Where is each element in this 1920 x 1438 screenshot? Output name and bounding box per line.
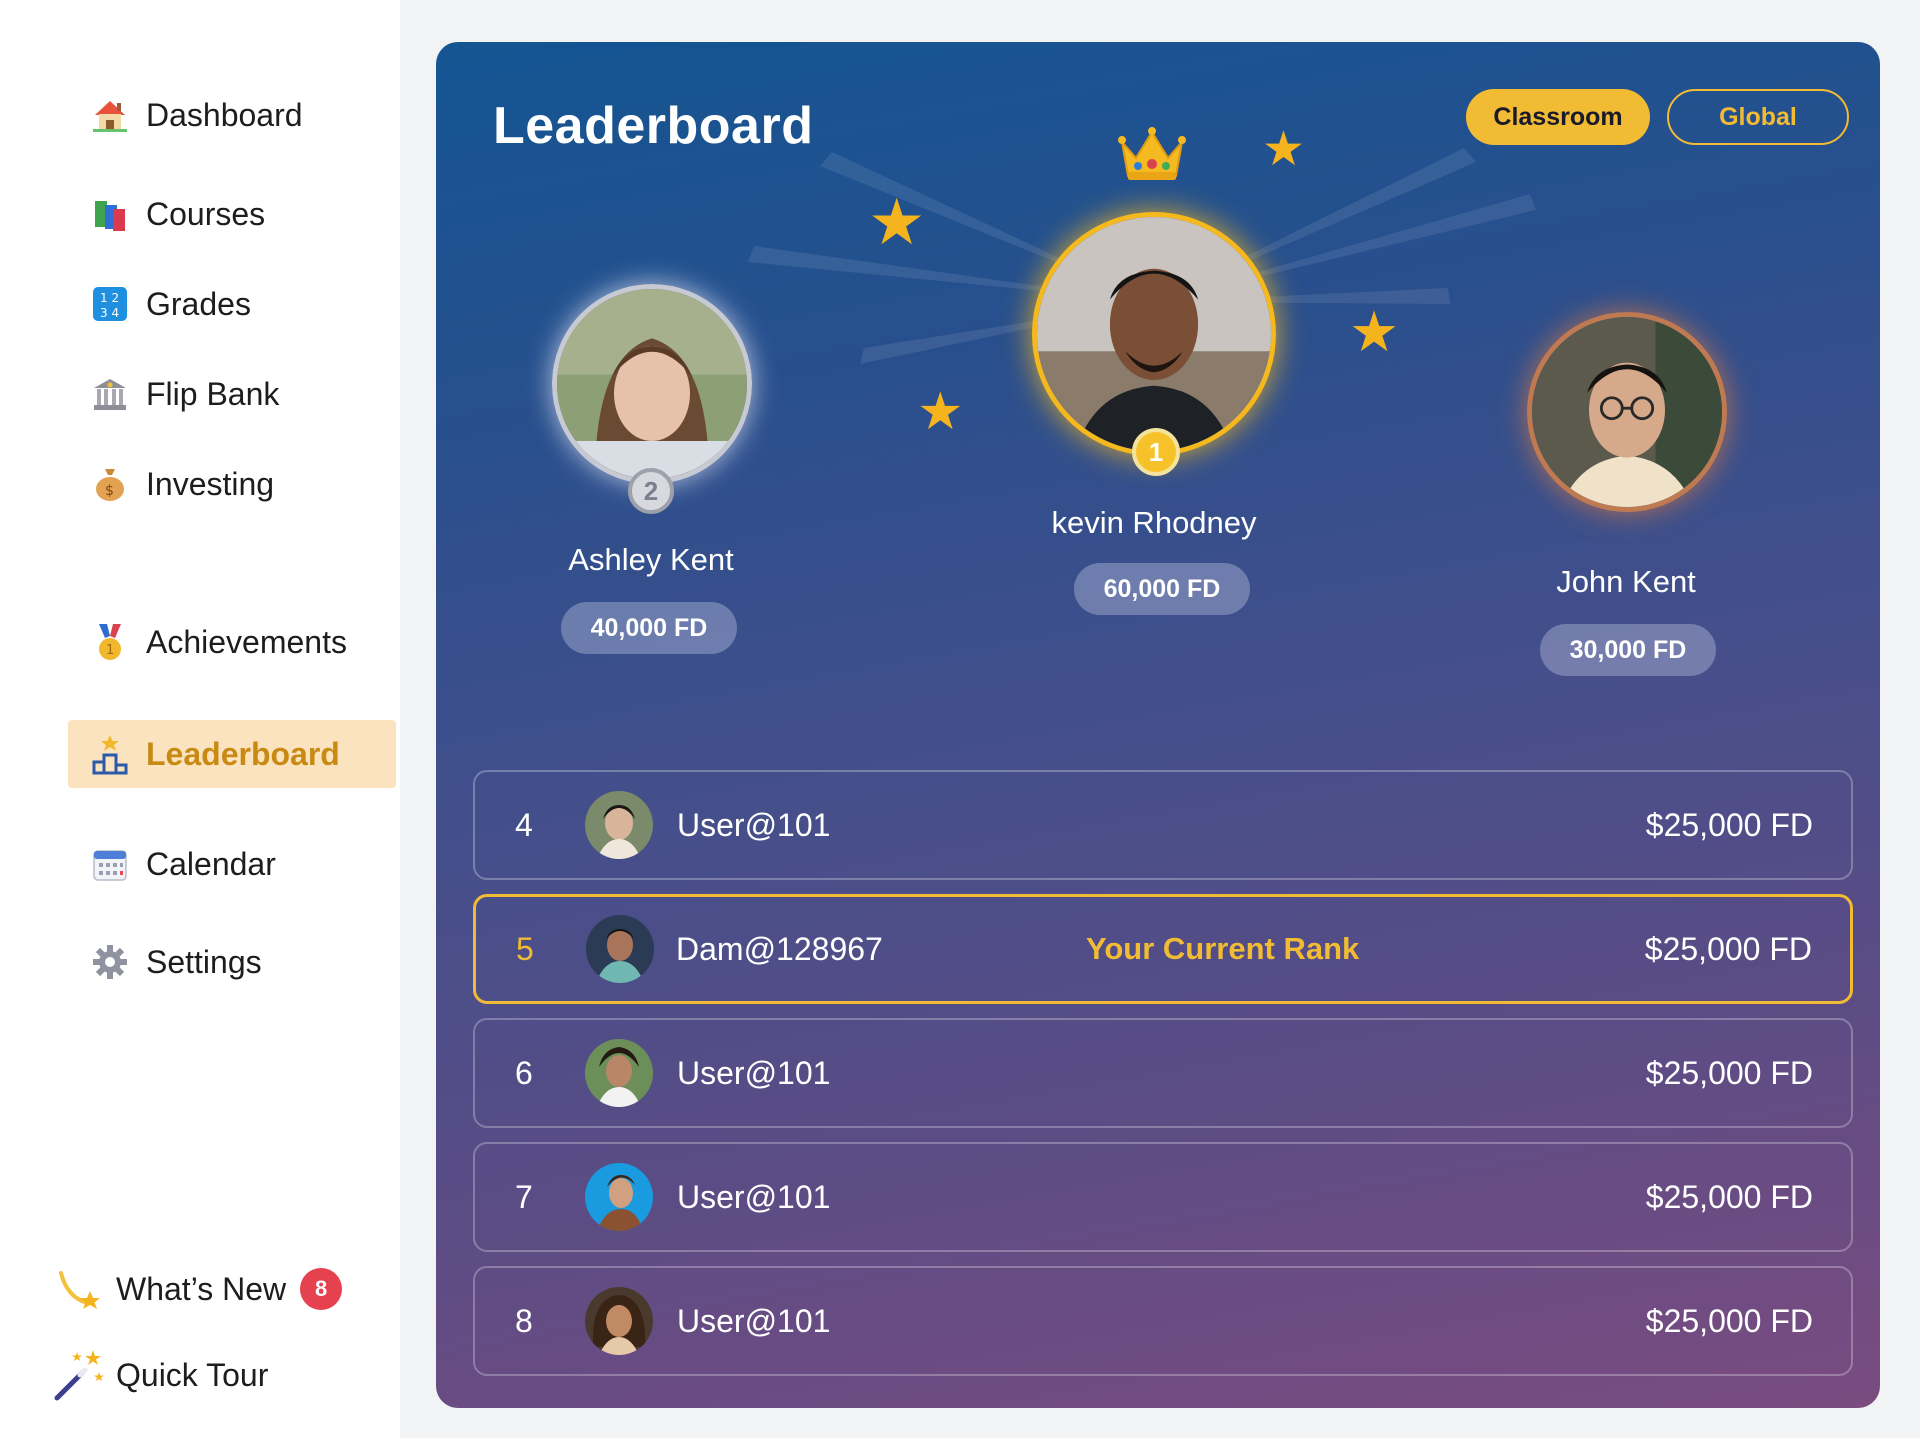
user-avatar [585, 1163, 653, 1231]
second-place-name: Ashley Kent [568, 542, 734, 577]
money-bag-icon: $ [88, 462, 132, 506]
sidebar-item-label: Investing [146, 465, 275, 502]
sidebar-item-label: Courses [146, 195, 266, 232]
sidebar-item-label: Leaderboard [146, 735, 340, 772]
row-amount: $25,000 FD [1644, 930, 1812, 967]
numbers-icon: 1 23 4 [88, 282, 132, 326]
second-place-score: 40,000 FD [561, 602, 737, 654]
second-place-medal: 2 [628, 468, 674, 514]
row-rank: 7 [515, 1178, 533, 1215]
third-place-avatar [1527, 312, 1727, 512]
svg-text:$: $ [105, 483, 114, 499]
svg-text:1 2: 1 2 [100, 291, 119, 305]
user-avatar [585, 1287, 653, 1355]
sidebar-item-calendar[interactable]: Calendar [68, 830, 396, 898]
sidebar-item-label: Calendar [146, 845, 276, 882]
books-icon [88, 192, 132, 236]
medal-icon: 1 [88, 620, 132, 664]
page-title: Leaderboard [493, 97, 814, 155]
first-place-score: 60,000 FD [1074, 563, 1250, 615]
row-rank: 8 [515, 1302, 533, 1339]
user-avatar [585, 1039, 653, 1107]
leaderboard-row[interactable]: 4 User@101 $25,000 FD [473, 770, 1853, 880]
shooting-star-icon [52, 1264, 108, 1314]
first-place-name: kevin Rhodney [1051, 505, 1257, 540]
row-username: User@101 [677, 1054, 831, 1091]
sidebar-item-investing[interactable]: $ Investing [68, 450, 396, 518]
sidebar-item-courses[interactable]: Courses [68, 180, 396, 248]
second-place-avatar [552, 284, 752, 484]
quick-tour-label: Quick Tour [116, 1356, 269, 1393]
notification-badge: 8 [300, 1268, 343, 1310]
sidebar-item-flip-bank[interactable]: Flip Bank [68, 360, 396, 428]
sidebar-item-dashboard[interactable]: Dashboard [68, 81, 396, 149]
user-avatar [586, 915, 654, 983]
third-place-score: 30,000 FD [1540, 624, 1716, 676]
row-username: Dam@128967 [676, 930, 883, 967]
sidebar-item-leaderboard[interactable]: Leaderboard [68, 720, 396, 788]
svg-text:1: 1 [106, 643, 114, 658]
leaderboard-row[interactable]: 8 User@101 $25,000 FD [473, 1266, 1853, 1376]
leaderboard-row[interactable]: 6 User@101 $25,000 FD [473, 1018, 1853, 1128]
tab-classroom[interactable]: Classroom [1466, 89, 1650, 145]
row-username: User@101 [677, 1178, 831, 1215]
whats-new-link[interactable]: What’s New 8 [52, 1264, 343, 1314]
row-rank: 4 [515, 806, 533, 843]
sidebar-item-label: Achievements [146, 623, 347, 660]
current-rank-label: Your Current Rank [1086, 931, 1360, 966]
row-amount: $25,000 FD [1645, 1302, 1813, 1339]
sidebar-item-label: Settings [146, 943, 262, 980]
svg-text:3 4: 3 4 [100, 306, 119, 320]
calendar-icon [88, 842, 132, 886]
star-icon: ★ [1262, 123, 1306, 176]
star-icon: ★ [917, 383, 964, 441]
user-avatar [585, 791, 653, 859]
star-icon: ★ [1349, 300, 1400, 363]
sidebar-item-label: Flip Bank [146, 375, 280, 412]
podium-icon [88, 732, 132, 776]
whats-new-label: What’s New [116, 1270, 287, 1307]
row-amount: $25,000 FD [1645, 1054, 1813, 1091]
crown-icon [1118, 126, 1186, 189]
sidebar-item-grades[interactable]: 1 23 4 Grades [68, 270, 396, 338]
house-icon [88, 93, 132, 137]
sidebar: Dashboard Courses 1 23 4 Grades Flip Ban… [0, 0, 400, 1438]
row-amount: $25,000 FD [1645, 806, 1813, 843]
row-amount: $25,000 FD [1645, 1178, 1813, 1215]
row-rank: 6 [515, 1054, 533, 1091]
third-place-name: John Kent [1556, 564, 1696, 599]
row-username: User@101 [677, 806, 831, 843]
sidebar-item-label: Dashboard [146, 96, 303, 133]
tab-global[interactable]: Global [1667, 89, 1849, 145]
first-place-medal: 1 [1132, 428, 1180, 476]
bank-icon [88, 372, 132, 416]
first-place-avatar [1032, 212, 1276, 456]
sidebar-item-label: Grades [146, 285, 251, 322]
leaderboard-panel: Leaderboard Classroom Global ★ ★ ★ ★ 2 A… [436, 42, 1880, 1408]
row-username: User@101 [677, 1302, 831, 1339]
leaderboard-row[interactable]: 7 User@101 $25,000 FD [473, 1142, 1853, 1252]
sidebar-item-settings[interactable]: Settings [68, 928, 396, 996]
gear-icon [88, 940, 132, 984]
row-rank: 5 [516, 930, 534, 967]
star-icon: ★ [868, 186, 926, 258]
magic-wand-icon [52, 1350, 108, 1401]
quick-tour-link[interactable]: Quick Tour [52, 1350, 269, 1401]
leaderboard-row-current[interactable]: 5 Dam@128967 Your Current Rank $25,000 F… [473, 894, 1853, 1004]
sidebar-item-achievements[interactable]: 1 Achievements [68, 608, 396, 676]
